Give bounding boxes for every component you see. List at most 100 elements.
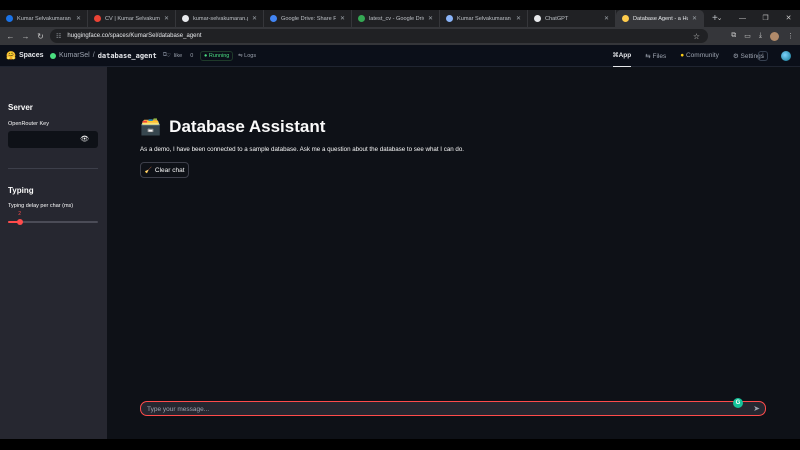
tab-app[interactable]: ⌘ App bbox=[612, 45, 632, 67]
owner-link[interactable]: KumarSel bbox=[59, 52, 90, 59]
tab-label: CV | Kumar Selvakumaran bbox=[105, 15, 160, 22]
tab-favicon-icon bbox=[534, 15, 541, 22]
browser-window: Kumar Selvakumaran | 20 ✕ CV | Kumar Selv… bbox=[0, 0, 800, 450]
chat-input-container: G ➤ bbox=[140, 398, 766, 416]
window-controls: ⌄ — ❐ ✕ bbox=[708, 10, 800, 27]
tab-strip: Kumar Selvakumaran | 20 ✕ CV | Kumar Selv… bbox=[0, 10, 800, 27]
site-info-icon[interactable]: ☷ bbox=[56, 33, 61, 40]
tab-label: kumar-selvakumaran.github bbox=[193, 15, 248, 22]
slider-value: 2 bbox=[18, 211, 21, 217]
tab-label: Community bbox=[685, 52, 719, 59]
browser-tab[interactable]: kumar-selvakumaran.github ✕ bbox=[176, 10, 264, 27]
tab-label: latest_cv - Google Drive bbox=[369, 15, 424, 22]
like-count: 0 bbox=[190, 52, 194, 59]
chevron-down-icon[interactable]: ⌄ bbox=[708, 10, 731, 27]
clear-chat-button[interactable]: 🧹 Clear chat bbox=[140, 162, 189, 178]
tab-community[interactable]: ● Community bbox=[680, 52, 719, 59]
gear-icon: ⚙ bbox=[732, 52, 741, 60]
eye-icon[interactable]: 👁 bbox=[80, 135, 89, 143]
typing-heading: Typing bbox=[8, 186, 34, 195]
tab-favicon-icon bbox=[94, 15, 101, 22]
openrouter-key-label: OpenRouter Key bbox=[8, 121, 49, 127]
window-bottom-edge bbox=[0, 439, 800, 450]
tab-favicon-icon bbox=[270, 15, 277, 22]
space-menu-icon[interactable]: ⋮ bbox=[758, 50, 768, 61]
intro-text: As a demo, I have been connected to a sa… bbox=[140, 146, 465, 153]
forward-icon[interactable]: → bbox=[18, 32, 33, 41]
openrouter-key-input[interactable]: 👁 bbox=[8, 131, 98, 148]
tab-favicon-icon bbox=[446, 15, 453, 22]
profile-avatar[interactable] bbox=[770, 31, 779, 41]
browser-toolbar: ← → ↻ ☷ huggingface.co/spaces/KumarSel/d… bbox=[0, 27, 800, 45]
clear-chat-label: Clear chat bbox=[154, 166, 185, 174]
reload-icon[interactable]: ↻ bbox=[33, 32, 48, 41]
tab-favicon-icon bbox=[6, 15, 13, 22]
breadcrumb-separator: / bbox=[92, 52, 95, 59]
close-icon[interactable]: ✕ bbox=[76, 15, 81, 22]
tab-label: Files bbox=[652, 52, 667, 60]
repo-link[interactable]: database_agent bbox=[98, 52, 157, 60]
close-icon[interactable]: ✕ bbox=[604, 15, 609, 22]
hf-logo-icon: 🤗 bbox=[6, 51, 16, 60]
chat-input[interactable] bbox=[147, 404, 727, 414]
card-file-box-icon: 🗃️ bbox=[140, 117, 162, 136]
close-icon[interactable]: ✕ bbox=[516, 15, 521, 22]
url-text: huggingface.co/spaces/KumarSel/database_… bbox=[67, 33, 202, 39]
close-icon[interactable]: ✕ bbox=[252, 15, 257, 22]
download-icon[interactable]: ⤓ bbox=[759, 32, 762, 40]
browser-tab[interactable]: Kumar Selvakumaran ✕ bbox=[440, 10, 528, 27]
minimize-icon[interactable]: — bbox=[731, 10, 754, 27]
tab-favicon-icon bbox=[622, 15, 629, 22]
close-window-icon[interactable]: ✕ bbox=[777, 10, 800, 27]
like-label: like bbox=[173, 52, 183, 59]
bookmark-star-icon[interactable]: ☆ bbox=[693, 32, 700, 41]
typing-delay-label: Typing delay per char (ms) bbox=[8, 203, 74, 209]
title-text: Database Assistant bbox=[169, 117, 326, 136]
space-nav: ⌘ App ⇆ Files ● Community ⚙ Settings bbox=[612, 45, 764, 67]
server-heading: Server bbox=[8, 103, 33, 112]
logs-label: Logs bbox=[244, 52, 257, 59]
main-content: 🗃️ Database Assistant As a demo, I have … bbox=[107, 67, 800, 439]
logs-button[interactable]: ⇋ Logs bbox=[238, 53, 256, 59]
grammarly-icon[interactable]: G bbox=[733, 398, 743, 408]
tab-label: Database Agent - a Hugg bbox=[633, 15, 688, 22]
address-bar[interactable]: ☷ huggingface.co/spaces/KumarSel/databas… bbox=[50, 29, 708, 43]
menu-icon[interactable]: ⋮ bbox=[787, 32, 794, 40]
running-badge: ● Running bbox=[200, 50, 234, 61]
tab-label: Kumar Selvakumaran bbox=[457, 15, 511, 22]
browser-tab[interactable]: Google Drive: Share Files ✕ bbox=[264, 10, 352, 27]
repo-breadcrumb: KumarSel / database_agent ⧉ bbox=[50, 52, 167, 60]
tab-files[interactable]: ⇆ Files bbox=[645, 52, 666, 60]
like-button[interactable]: ♡ like 0 bbox=[166, 53, 193, 59]
back-icon[interactable]: ← bbox=[3, 32, 18, 41]
browser-tab[interactable]: ChatGPT ✕ bbox=[528, 10, 616, 27]
user-avatar[interactable] bbox=[781, 50, 791, 61]
maximize-icon[interactable]: ❐ bbox=[754, 10, 777, 27]
browser-tab[interactable]: latest_cv - Google Drive ✕ bbox=[352, 10, 440, 27]
page-title: 🗃️ Database Assistant bbox=[140, 117, 325, 137]
tab-label: ChatGPT bbox=[545, 15, 569, 22]
spaces-link[interactable]: 🤗 Spaces bbox=[6, 51, 44, 60]
tab-favicon-icon bbox=[358, 15, 365, 22]
divider bbox=[8, 168, 98, 169]
spaces-label: Spaces bbox=[18, 52, 44, 59]
browser-tab-active[interactable]: Database Agent - a Hugg ✕ bbox=[616, 10, 704, 27]
tab-label: Kumar Selvakumaran | 20 bbox=[17, 15, 72, 22]
browser-tab[interactable]: CV | Kumar Selvakumaran ✕ bbox=[88, 10, 176, 27]
tab-label: App bbox=[618, 51, 632, 59]
space-status-dot-icon bbox=[50, 52, 56, 59]
browser-tab[interactable]: Kumar Selvakumaran | 20 ✕ bbox=[0, 10, 88, 27]
close-icon[interactable]: ✕ bbox=[428, 15, 433, 22]
sidebar-icon[interactable]: ▭ bbox=[744, 32, 751, 40]
files-icon: ⇆ bbox=[645, 52, 653, 60]
close-icon[interactable]: ✕ bbox=[164, 15, 169, 22]
extensions-icon[interactable]: ⧉ bbox=[731, 32, 736, 40]
send-icon[interactable]: ➤ bbox=[753, 404, 760, 413]
status-text: Running bbox=[208, 52, 230, 59]
close-icon[interactable]: ✕ bbox=[692, 15, 697, 22]
toolbar-actions: ⧉ ▭ ⤓ ⋮ bbox=[731, 27, 794, 45]
slider-thumb[interactable] bbox=[16, 219, 23, 225]
close-icon[interactable]: ✕ bbox=[340, 15, 345, 22]
tab-favicon-icon bbox=[182, 15, 189, 22]
sidebar: Server OpenRouter Key 👁 Typing Typing de… bbox=[0, 67, 107, 439]
